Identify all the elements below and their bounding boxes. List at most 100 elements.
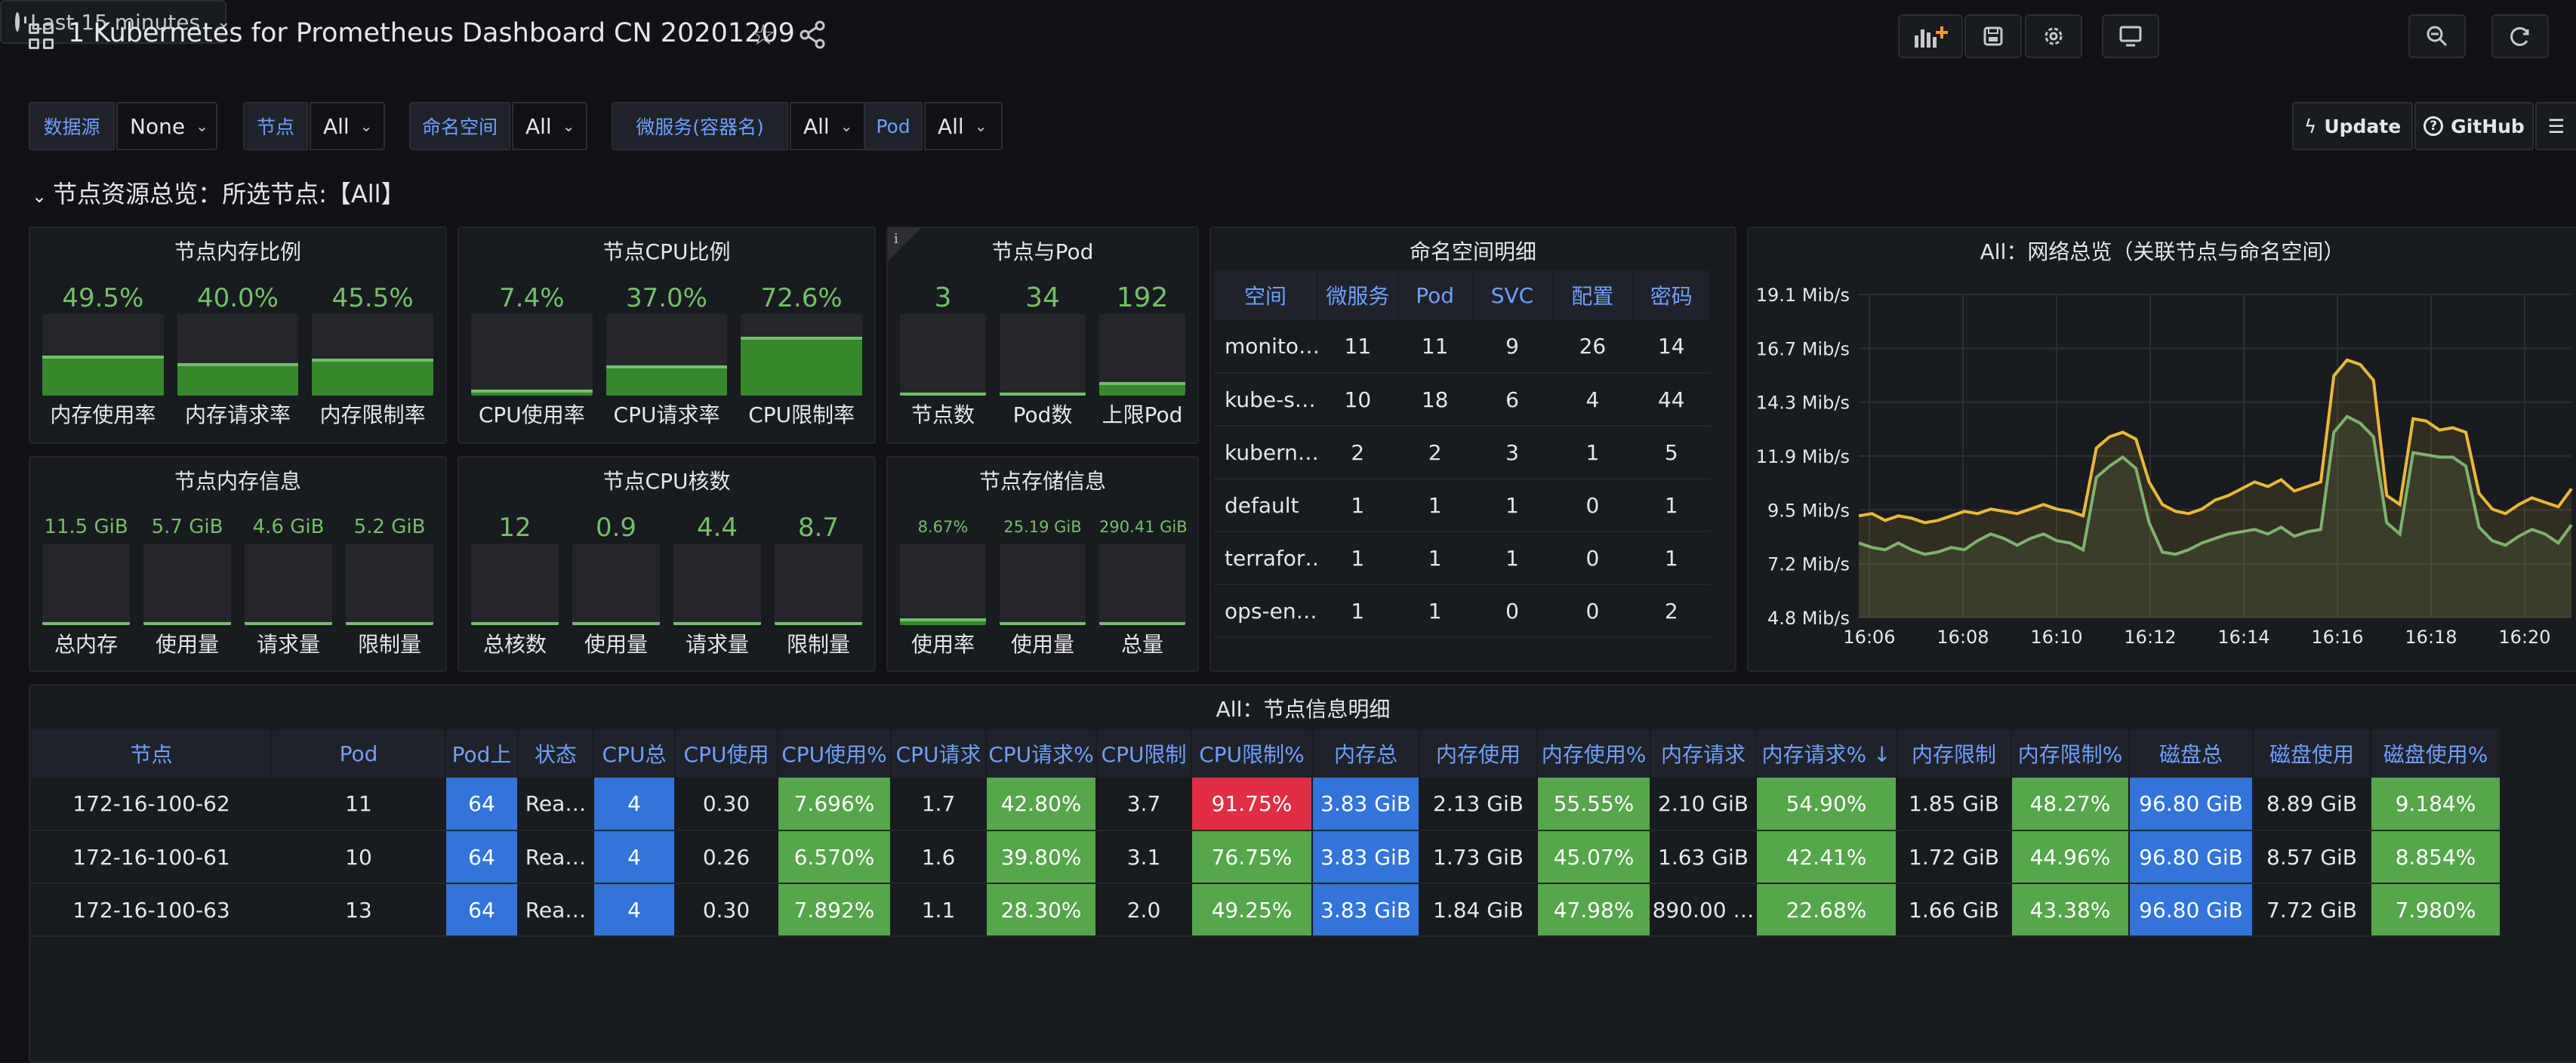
column-header[interactable]: 内存请求 (1650, 729, 1757, 778)
question-circle-icon: ? (2423, 116, 2444, 136)
column-header[interactable]: 密码 (1632, 270, 1712, 320)
zoom-out-icon (2427, 26, 2448, 47)
panel-title[interactable]: 节点CPU比例 (459, 236, 874, 266)
column-header[interactable]: 配置 (1552, 270, 1634, 320)
panel-title[interactable]: 节点内存比例 (30, 236, 445, 266)
table-cell: 64 (445, 830, 519, 884)
panel-title[interactable]: 节点CPU核数 (459, 465, 874, 495)
column-header[interactable]: 磁盘总 (2129, 729, 2254, 778)
column-header[interactable]: CPU使用% (778, 729, 892, 778)
table-cell: 1.84 GiB (1419, 883, 1538, 937)
gauge-bar (1000, 544, 1086, 625)
table-cell: 1 (1397, 532, 1472, 585)
variable-select-microservice[interactable]: All ⌄ (790, 102, 868, 150)
save-dashboard-button[interactable] (1964, 14, 2022, 58)
dashboard-title[interactable]: 1 Kubernetes for Prometheus Dashboard CN… (68, 18, 795, 48)
column-header[interactable]: 内存限制% (2011, 729, 2130, 778)
gauge-bar (741, 314, 862, 396)
gauge-bar-fill (346, 622, 433, 625)
table-row[interactable]: 172-16-100-62 11 64 Rea… 4 0.30 7.696% 1.7 42.80… (32, 778, 2501, 831)
column-header[interactable]: 内存请求% ↓ (1756, 729, 1897, 778)
gauge-value: 8.7 (797, 513, 840, 543)
column-header[interactable]: SVC (1471, 270, 1554, 320)
gauge-label: 内存使用率 (50, 402, 156, 427)
gauge-cpu_ratio-2: 72.6% CPU限制率 (741, 275, 862, 433)
variable-value-datasource: None (130, 113, 186, 139)
menu-button[interactable]: ☰ (2535, 102, 2576, 150)
gauge-bar-fill (605, 365, 728, 396)
column-header[interactable]: Pod (272, 729, 446, 778)
gauge-node_pod-0: 3 节点数 (900, 275, 986, 433)
gauge-node_pod-1: 34 Pod数 (1000, 275, 1086, 433)
variable-select-node[interactable]: All ⌄ (310, 102, 385, 150)
column-header[interactable]: CPU限制% (1191, 729, 1313, 778)
variable-select-namespace[interactable]: All ⌄ (512, 102, 587, 150)
panel-title[interactable]: 节点存储信息 (888, 465, 1197, 495)
column-header[interactable]: 内存总 (1312, 729, 1420, 778)
gauge-bar (1000, 314, 1086, 396)
column-header[interactable]: Pod上 (445, 729, 519, 778)
share-icon[interactable] (797, 20, 827, 50)
variable-select-datasource[interactable]: None ⌄ (116, 102, 217, 150)
gauge-bar-fill (143, 622, 231, 625)
table-cell: 64 (445, 778, 519, 831)
settings-button[interactable] (2025, 14, 2082, 58)
column-header[interactable]: 磁盘使用 (2253, 729, 2371, 778)
gauge-bar-fill (673, 622, 761, 625)
gauge-bar-fill (775, 622, 862, 625)
panel-title[interactable]: All：节点信息明细 (30, 693, 2576, 723)
zoom-out-button[interactable] (2408, 14, 2466, 58)
column-header[interactable]: CPU使用 (675, 729, 778, 778)
update-link-button[interactable]: ϟ Update (2292, 102, 2413, 150)
column-header[interactable]: 磁盘使用% (2371, 729, 2501, 778)
table-cell: 1 (1397, 584, 1472, 638)
gauge-label: Pod数 (1012, 402, 1073, 427)
column-header[interactable]: CPU请求% (986, 729, 1097, 778)
dashboards-grid-icon[interactable] (29, 23, 54, 49)
variable-value-node: All (323, 113, 350, 139)
gauge-label: 节点数 (911, 402, 975, 427)
add-panel-button[interactable] (1898, 14, 1963, 58)
column-header[interactable]: 内存使用% (1537, 729, 1651, 778)
panel-title[interactable]: 命名空间明细 (1211, 236, 1735, 266)
column-header[interactable]: 内存限制 (1897, 729, 2012, 778)
table-row[interactable]: 172-16-100-61 10 64 Rea… 4 0.26 6.570% 1.6 39.80… (32, 830, 2501, 884)
gauge-value: 37.0% (625, 283, 707, 313)
table-cell: 7.980% (2371, 883, 2501, 937)
refresh-button[interactable] (2491, 14, 2549, 58)
column-header[interactable]: 内存使用 (1419, 729, 1538, 778)
gauge-bar-fill (471, 622, 559, 625)
gauge-mem_info-1: 5.7 GiB 使用量 (143, 504, 231, 663)
table-cell: 2 (1317, 426, 1398, 479)
panel-title[interactable]: 节点内存信息 (30, 465, 445, 495)
column-header[interactable]: CPU限制 (1096, 729, 1192, 778)
column-header[interactable]: CPU总 (593, 729, 676, 778)
table-cell: 2.10 GiB (1650, 778, 1757, 831)
chevron-down-icon: ⌄ (840, 117, 853, 135)
table-cell: 13 (272, 883, 446, 937)
column-header[interactable]: Pod (1397, 270, 1473, 320)
gauge-label: 内存限制率 (319, 402, 426, 427)
table-cell: 7.696% (778, 778, 892, 831)
gauge-bar (605, 314, 728, 396)
gauge-value: 45.5% (331, 283, 414, 313)
panel-title[interactable]: 节点与Pod (888, 236, 1197, 266)
github-link-button[interactable]: ? GitHub (2414, 102, 2534, 150)
table-cell: 8.854% (2371, 830, 2501, 884)
y-tick-label: 7.2 Mib/s (1767, 554, 1850, 575)
x-tick-label: 16:10 (2030, 627, 2082, 648)
network-chart[interactable]: 4.8 Mib/s 7.2 Mib/s 9.5 Mib/s 11.9 Mib/s 14.… (1749, 228, 2576, 672)
variable-select-pod[interactable]: All ⌄ (924, 102, 1003, 150)
column-header[interactable]: CPU请求 (891, 729, 987, 778)
column-header[interactable]: 节点 (32, 729, 273, 778)
table-cell: 6 (1471, 373, 1553, 427)
column-header[interactable]: 微服务 (1317, 270, 1399, 320)
column-header[interactable]: 空间 (1214, 270, 1319, 320)
table-row[interactable]: 172-16-100-63 13 64 Rea… 4 0.30 7.892% 1.1 28.30… (32, 883, 2501, 937)
tv-mode-button[interactable] (2102, 14, 2159, 58)
column-header[interactable]: 状态 (518, 729, 594, 778)
y-tick-label: 16.7 Mib/s (1756, 338, 1850, 359)
row-title[interactable]: ⌄ 节点资源总览：所选节点:【All】 (32, 175, 405, 210)
gauge-bar-fill (312, 359, 433, 396)
star-icon[interactable]: ☆ (750, 18, 776, 51)
